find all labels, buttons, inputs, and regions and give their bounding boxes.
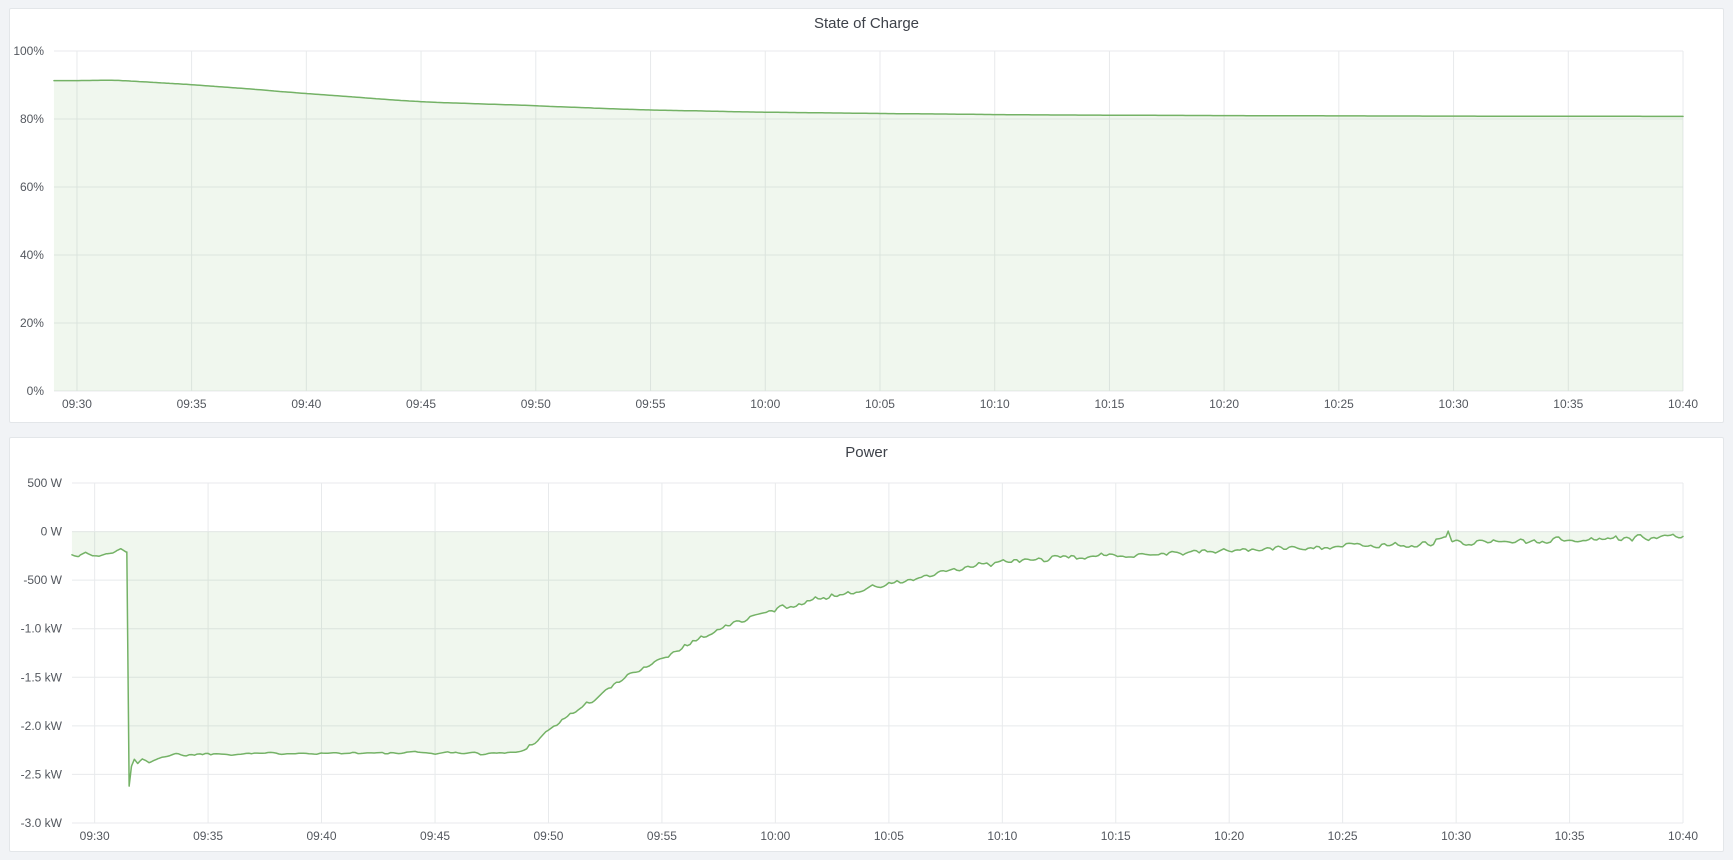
x-axis-tick-label: 10:00: [760, 829, 790, 843]
x-axis-tick-label: 09:50: [533, 829, 563, 843]
panel-state-of-charge: State of Charge 100% 80% 60% 40% 20% 0% 09:30 0…: [9, 8, 1724, 423]
x-axis-tick-label: 09:45: [420, 829, 450, 843]
x-axis-tick-label: 09:40: [291, 397, 321, 411]
x-axis-tick-label: 09:45: [406, 397, 436, 411]
y-axis-tick-label: 60%: [20, 180, 44, 194]
x-axis-tick-label: 10:00: [750, 397, 780, 411]
x-axis-tick-label: 10:20: [1214, 829, 1244, 843]
y-axis-tick-label: 20%: [20, 316, 44, 330]
x-axis-tick-label: 09:50: [521, 397, 551, 411]
x-axis-tick-label: 09:30: [80, 829, 110, 843]
dashboard: State of Charge 100% 80% 60% 40% 20% 0% 09:30 0…: [0, 0, 1733, 860]
x-axis-tick-label: 09:35: [193, 829, 223, 843]
y-axis-tick-label: -3.0 kW: [21, 816, 63, 830]
y-axis-tick-label: -500 W: [23, 573, 62, 587]
series-fill: [72, 531, 1683, 786]
panel-power: Power 500 W 0 W -500 W -1.0 kW -1.5 kW -2.0 k…: [9, 437, 1724, 852]
y-axis-tick-label: 80%: [20, 112, 44, 126]
state-of-charge-plot[interactable]: 100% 80% 60% 40% 20% 0% 09:30 09:35 09:40 09:45 09…: [10, 9, 1723, 422]
series-fill: [54, 80, 1683, 391]
x-axis-tick-label: 09:40: [307, 829, 337, 843]
y-axis-tick-label: -2.5 kW: [21, 767, 63, 781]
x-axis-tick-label: 10:10: [987, 829, 1017, 843]
x-axis-tick-label: 10:40: [1668, 397, 1698, 411]
y-axis-tick-label: 0 W: [41, 525, 63, 539]
x-axis-tick-label: 10:15: [1101, 829, 1131, 843]
x-axis-tick-label: 10:25: [1324, 397, 1354, 411]
x-axis-tick-label: 10:25: [1328, 829, 1358, 843]
y-axis-tick-label: 100%: [13, 44, 44, 58]
x-axis-tick-label: 10:30: [1441, 829, 1471, 843]
x-axis-tick-label: 10:05: [874, 829, 904, 843]
panel-title-state-of-charge[interactable]: State of Charge: [10, 13, 1723, 35]
y-axis-tick-label: -1.5 kW: [21, 670, 63, 684]
x-axis-tick-label: 09:30: [62, 397, 92, 411]
y-axis-tick-label: 0%: [27, 384, 45, 398]
x-axis-tick-label: 10:35: [1553, 397, 1583, 411]
power-plot[interactable]: 500 W 0 W -500 W -1.0 kW -1.5 kW -2.0 kW -2.5 …: [10, 438, 1723, 851]
x-axis-tick-label: 10:35: [1555, 829, 1585, 843]
y-axis-tick-label: 500 W: [27, 476, 62, 490]
x-axis-tick-label: 10:30: [1439, 397, 1469, 411]
panel-title-power[interactable]: Power: [10, 442, 1723, 464]
x-axis-tick-label: 10:10: [980, 397, 1010, 411]
x-axis-tick-label: 09:35: [177, 397, 207, 411]
x-axis-tick-label: 10:15: [1094, 397, 1124, 411]
x-axis-tick-label: 10:05: [865, 397, 895, 411]
y-axis-tick-label: 40%: [20, 248, 44, 262]
x-axis-tick-label: 09:55: [636, 397, 666, 411]
y-axis-tick-label: -1.0 kW: [21, 622, 63, 636]
x-axis-tick-label: 09:55: [647, 829, 677, 843]
x-axis-tick-label: 10:20: [1209, 397, 1239, 411]
x-axis-tick-label: 10:40: [1668, 829, 1698, 843]
y-axis-tick-label: -2.0 kW: [21, 719, 63, 733]
